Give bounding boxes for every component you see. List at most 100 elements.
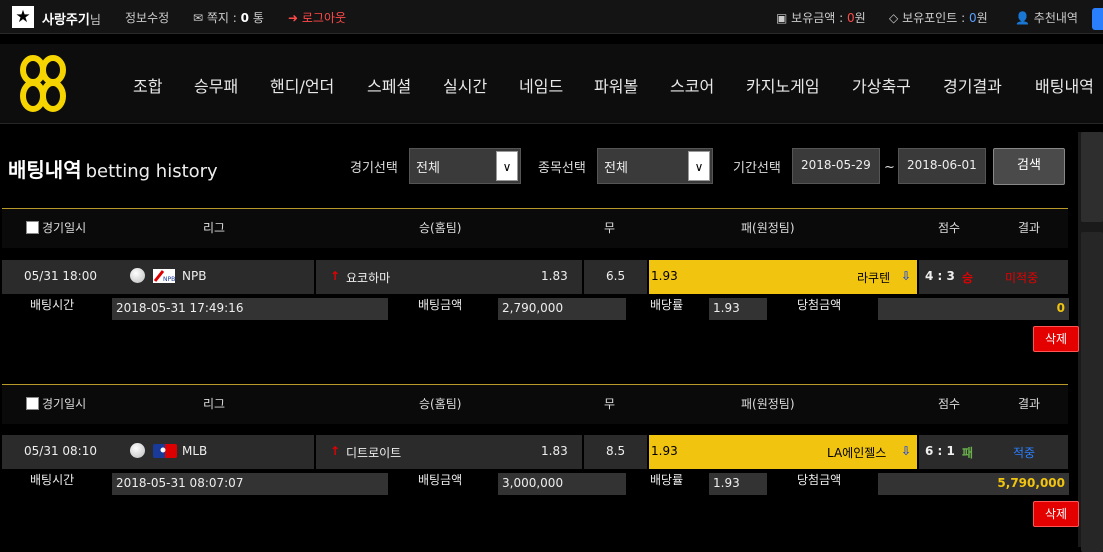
bet-time-label: 배팅시간 — [30, 298, 75, 312]
main-nav: 조합 승무패 핸디/언더 스페셜 실시간 네임드 파워볼 스코어 카지노게임 가… — [0, 44, 1103, 124]
away-bet-cell-selected[interactable]: 1.93 라쿠텐 ⇩ — [649, 260, 917, 294]
username: 사랑주기 — [42, 13, 90, 28]
col-league: 리그 — [203, 397, 226, 411]
nav-item-powerball[interactable]: 파워볼 — [594, 73, 638, 97]
notes-label: 쪽지 : — [206, 11, 237, 25]
col-score: 점수 — [938, 397, 961, 411]
draw-bet-cell[interactable]: 8.5 — [584, 435, 647, 469]
scrollbar[interactable] — [1078, 132, 1103, 552]
nav-item-virtual-soccer[interactable]: 가상축구 — [852, 73, 911, 97]
score-result-cell: 6 : 1 패 적중 — [919, 435, 1068, 469]
home-bet-cell[interactable]: ↑ 요코하마 1.83 — [316, 260, 582, 294]
nav-item-wdl[interactable]: 승무패 — [194, 73, 238, 97]
match-date: 05/31 18:00 — [24, 269, 97, 283]
away-bet-cell-selected[interactable]: 1.93 LA에인젤스 ⇩ — [649, 435, 917, 469]
balance-label: 보유금액 : — [791, 11, 844, 25]
odds-value: 1.93 — [709, 473, 767, 495]
star-icon: ★ — [12, 6, 34, 28]
envelope-icon: ✉ — [193, 11, 204, 25]
scrollbar-track[interactable] — [1081, 232, 1103, 552]
arrow-up-icon: ↑ — [330, 269, 341, 283]
points-unit: 원 — [976, 11, 988, 25]
edit-profile-link[interactable]: 정보수정 — [125, 9, 169, 26]
honorific: 님 — [89, 13, 101, 27]
nav-item-betting-history[interactable]: 배팅내역 — [1035, 73, 1094, 97]
bet-amount-label: 배팅금액 — [418, 298, 463, 312]
points-label: 보유포인트 : — [902, 11, 966, 25]
bet-amount-label: 배팅금액 — [418, 473, 463, 487]
balance-unit: 원 — [854, 11, 866, 25]
mlb-logo-icon — [152, 443, 177, 458]
points-display: ◇ 보유포인트 : 0원 — [889, 9, 988, 26]
draw-odds: 6.5 — [606, 269, 626, 283]
bet-time-label: 배팅시간 — [30, 473, 75, 487]
sport-select[interactable]: 전체 ∨ — [597, 148, 713, 184]
result-badge: 적중 — [1013, 446, 1036, 460]
arrow-down-icon: ⇩ — [901, 269, 912, 283]
referral-link[interactable]: 👤 추천내역 — [1015, 9, 1078, 26]
sport-select-label: 종목선택 — [538, 161, 586, 176]
bet-time: 2018-05-31 17:49:16 — [112, 298, 388, 320]
home-bet-cell[interactable]: ↑ 디트로이트 1.83 — [316, 435, 582, 469]
col-home: 승(홈팀) — [419, 221, 462, 235]
odds-label: 배당률 — [650, 473, 684, 487]
score-outcome: 승 — [962, 271, 974, 285]
delete-button[interactable]: 삭제 — [1033, 501, 1079, 527]
money-icon: ▣ — [776, 11, 788, 25]
away-team: 라쿠텐 — [857, 271, 891, 285]
home-team: 요코하마 — [346, 271, 391, 285]
baseball-icon — [130, 443, 145, 458]
col-league: 리그 — [203, 221, 226, 235]
nav-item-score[interactable]: 스코어 — [670, 73, 714, 97]
league-icons: NPB — [130, 268, 175, 283]
nav-item-handicap[interactable]: 핸디/언더 — [270, 73, 334, 97]
score: 6 : 1 — [925, 444, 955, 458]
date-from-input[interactable]: 2018-05-29 — [792, 148, 880, 184]
nav-item-live[interactable]: 실시간 — [443, 73, 487, 97]
delete-button[interactable]: 삭제 — [1033, 326, 1079, 352]
col-draw: 무 — [604, 221, 616, 235]
league-name: MLB — [182, 444, 208, 458]
logout-link[interactable]: ➜ 로그아웃 — [288, 9, 346, 26]
date-to-input[interactable]: 2018-06-01 — [898, 148, 986, 184]
scrollbar-thumb[interactable] — [1081, 132, 1103, 222]
game-select[interactable]: 전체 ∨ — [409, 148, 521, 184]
select-all-checkbox[interactable] — [26, 221, 39, 234]
nav-item-casino[interactable]: 카지노게임 — [746, 73, 820, 97]
logout-label: 로그아웃 — [301, 11, 347, 25]
arrow-down-icon: ⇩ — [901, 444, 912, 458]
user-greeting: 사랑주기님 — [42, 9, 101, 28]
nav-item-combo[interactable]: 조합 — [133, 73, 162, 97]
notes-link[interactable]: ✉ 쪽지 : 0 통 — [193, 9, 264, 26]
draw-bet-cell[interactable]: 6.5 — [584, 260, 647, 294]
col-date: 경기일시 — [42, 221, 87, 235]
balance-display: ▣ 보유금액 : 0원 — [776, 9, 866, 26]
page-title-ko: 배팅내역 — [8, 158, 82, 182]
score-result-cell: 4 : 3 승 미적중 — [919, 260, 1068, 294]
bet-time: 2018-05-31 08:07:07 — [112, 473, 388, 495]
nav-item-named[interactable]: 네임드 — [519, 73, 563, 97]
nav-item-special[interactable]: 스페셜 — [367, 73, 411, 97]
result-badge: 미적중 — [1005, 271, 1039, 285]
npb-logo-icon: NPB — [152, 268, 175, 283]
game-select-label: 경기선택 — [350, 161, 398, 176]
nav-item-results[interactable]: 경기결과 — [943, 73, 1002, 97]
home-team: 디트로이트 — [346, 446, 402, 460]
side-button[interactable] — [1092, 8, 1103, 30]
top-bar: ★ 사랑주기님 정보수정 ✉ 쪽지 : 0 통 ➜ 로그아웃 ▣ 보유금액 : … — [0, 0, 1103, 34]
bet-amount: 2,790,000 — [498, 298, 626, 320]
select-all-checkbox[interactable] — [26, 397, 39, 410]
win-amount-label: 당첨금액 — [797, 473, 842, 487]
score: 4 : 3 — [925, 269, 955, 283]
col-away: 패(원정팀) — [741, 397, 795, 411]
page-title: 배팅내역 betting history — [8, 154, 218, 183]
away-team: LA에인젤스 — [827, 446, 887, 460]
search-button[interactable]: 검색 — [993, 148, 1065, 185]
col-result: 결과 — [1018, 221, 1041, 235]
league-icons — [130, 443, 177, 458]
logo-icon — [20, 55, 66, 112]
home-odds: 1.83 — [541, 444, 568, 458]
win-amount-label: 당첨금액 — [797, 298, 842, 312]
date-separator: ~ — [884, 160, 895, 175]
draw-odds: 8.5 — [606, 444, 626, 458]
